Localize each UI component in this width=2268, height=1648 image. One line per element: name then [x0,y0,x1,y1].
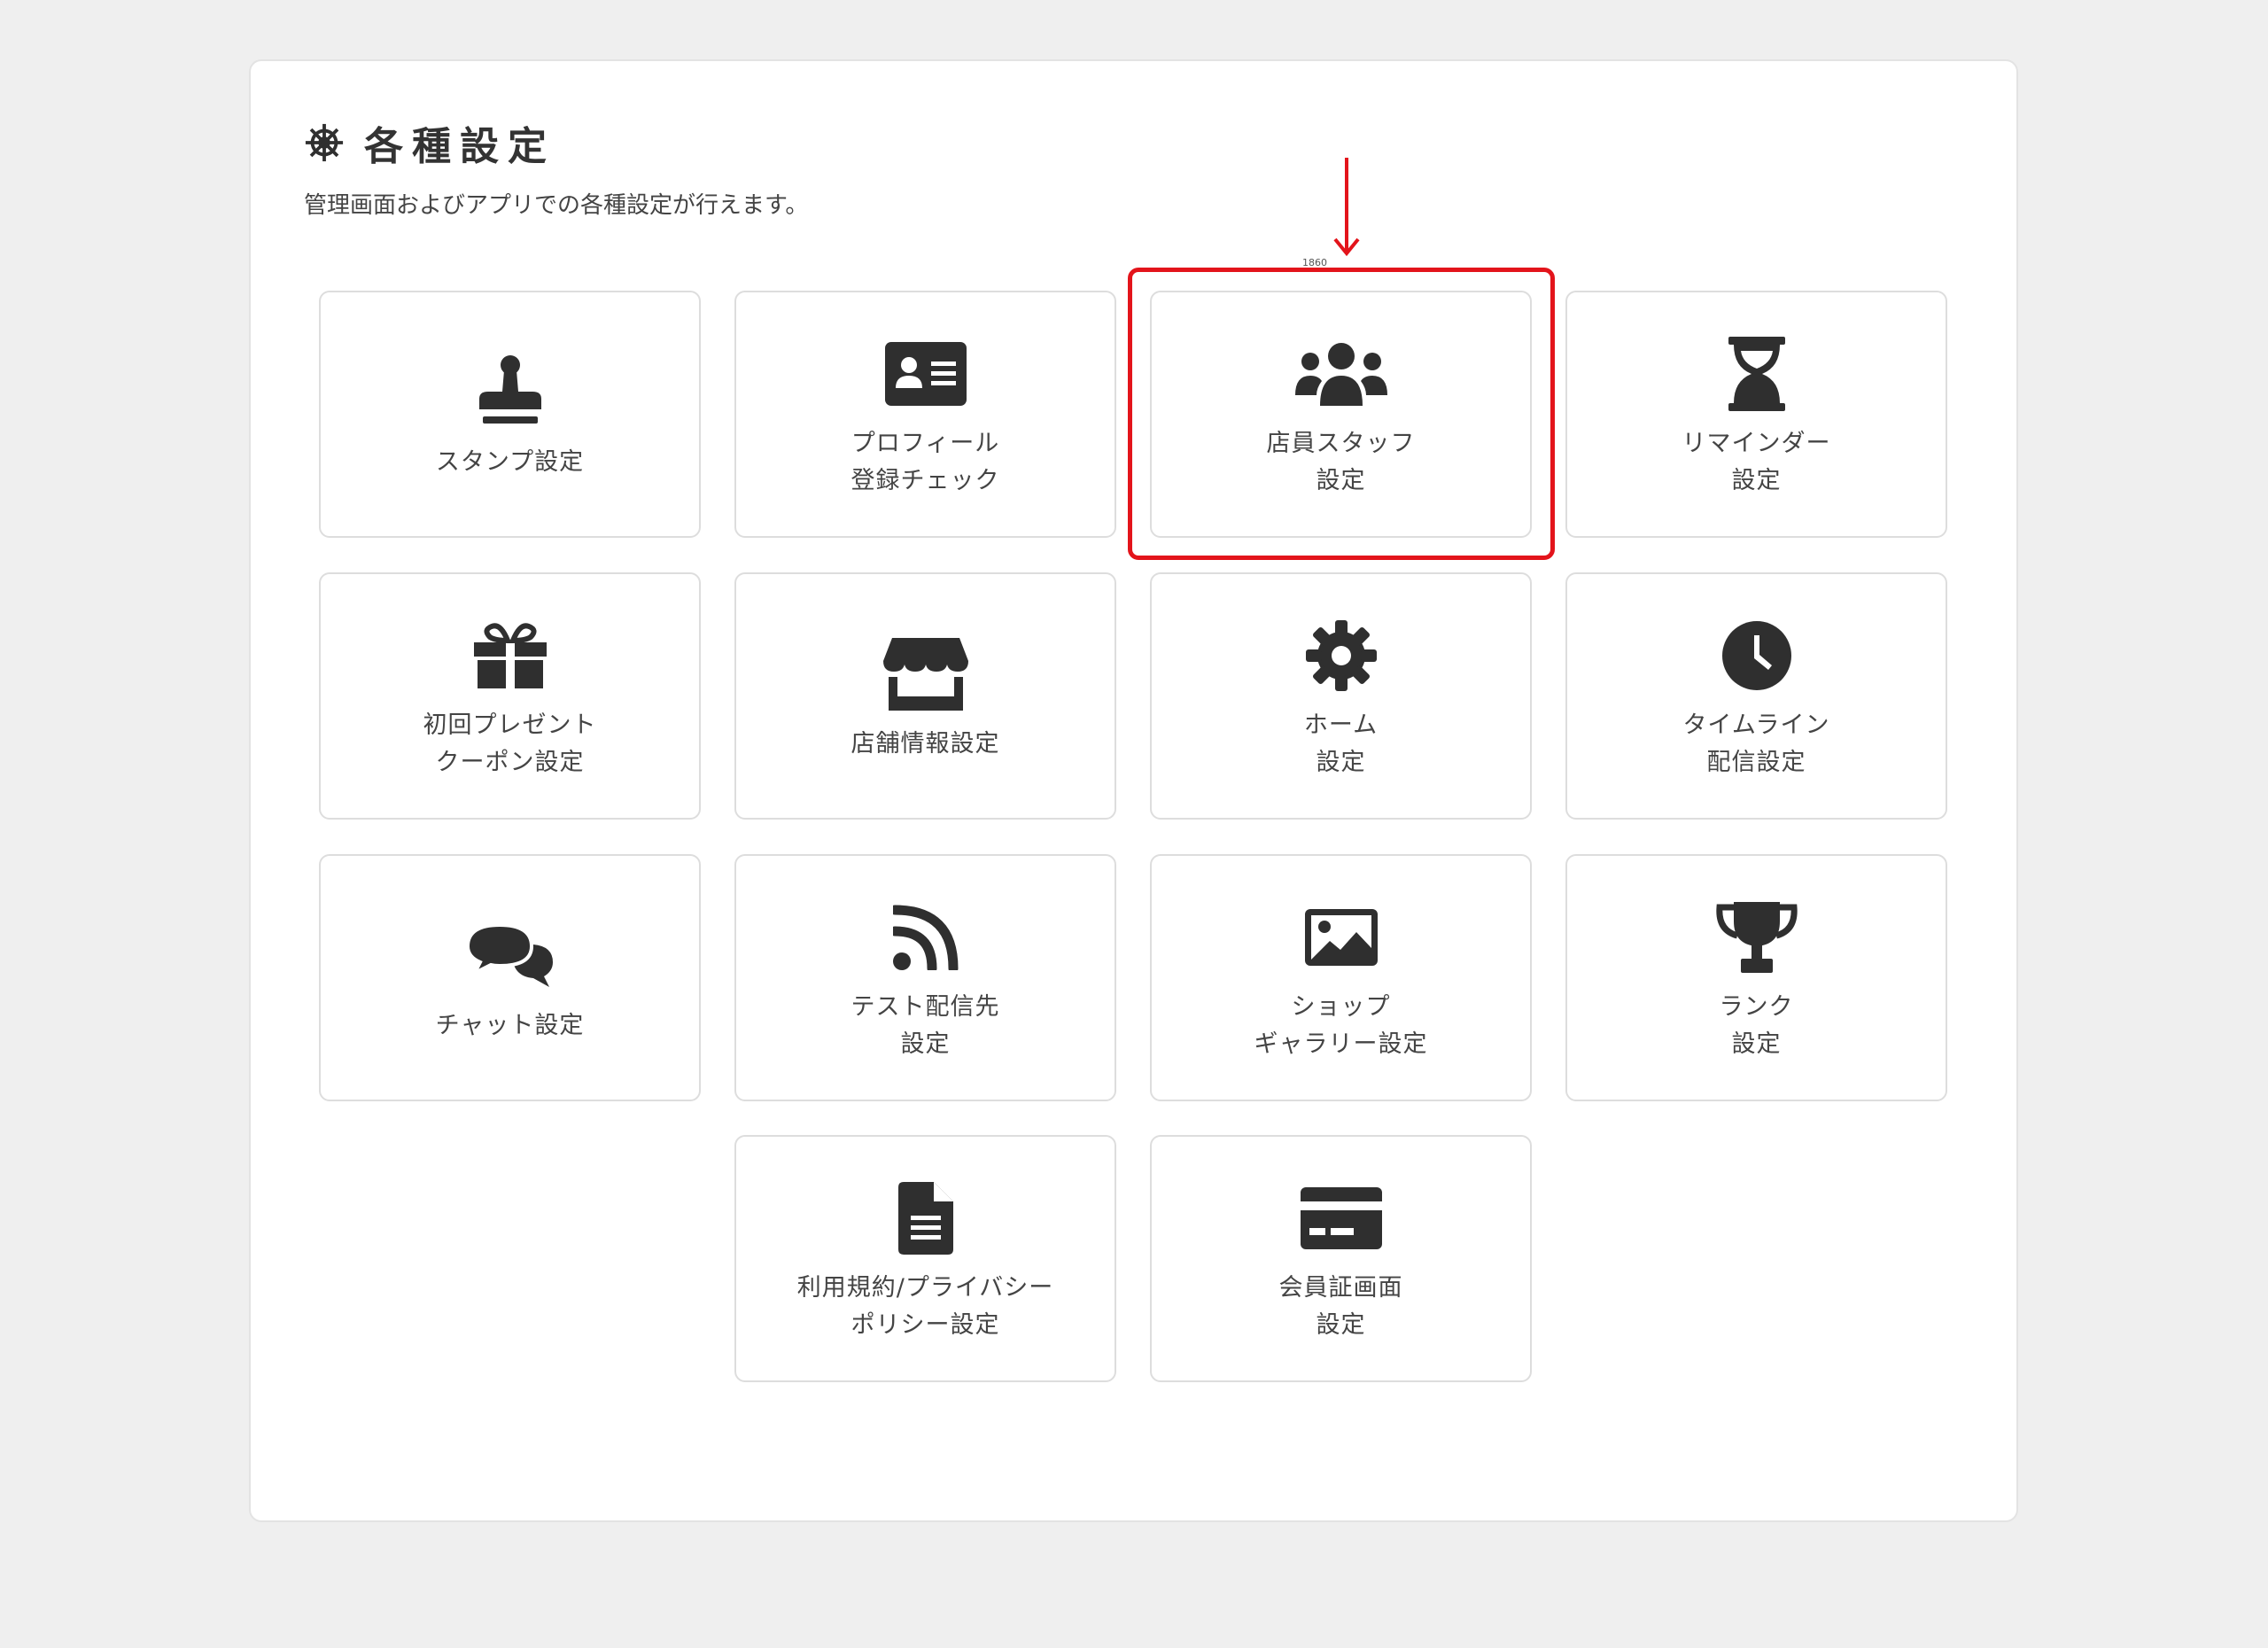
card-label-line1: 店舗情報設定 [850,729,1000,758]
card-label-line2: 設定 [1316,1310,1366,1339]
card-chat[interactable]: チャット設定 [319,854,701,1101]
annotation-label: 1860 [1302,257,1327,268]
card-test-delivery[interactable]: テスト配信先 設定 [734,854,1116,1101]
card-label-line1: 初回プレゼント [423,711,597,739]
card-timeline[interactable]: タイムライン 配信設定 [1565,572,1947,820]
card-label-line2: 設定 [1316,748,1366,776]
card-label-line1: ホーム [1303,711,1379,739]
card-label-line2: 配信設定 [1706,748,1806,776]
card-profile[interactable]: プロフィール 登録チェック [734,291,1116,538]
card-shop-gallery[interactable]: ショップ ギャラリー設定 [1150,854,1532,1101]
card-label-line1: テスト配信先 [850,992,1000,1021]
card-label-line1: ショップ [1291,992,1391,1021]
card-label-line1: スタンプ設定 [435,447,585,476]
card-stamp[interactable]: スタンプ設定 [319,291,701,538]
card-label-line2: クーポン設定 [435,748,585,776]
card-terms[interactable]: 利用規約/プライバシー ポリシー設定 [734,1135,1116,1382]
hourglass-icon [1728,330,1785,418]
card-store-info[interactable]: 店舗情報設定 [734,572,1116,820]
users-icon [1294,330,1387,418]
card-label-line1: 店員スタッフ [1266,429,1416,457]
card-label-line2: 登録チェック [850,466,1000,494]
store-icon [882,630,968,719]
card-label-line1: リマインダー [1682,429,1831,457]
helm-icon [304,122,345,163]
card-home[interactable]: ホーム 設定 [1150,572,1532,820]
card-label-line2: ポリシー設定 [850,1310,1000,1339]
card-label-line2: ギャラリー設定 [1254,1030,1428,1058]
card-label-line2: 設定 [1316,466,1366,494]
card-label-line2: 設定 [1731,1030,1782,1058]
id-card-icon [884,330,967,418]
card-staff[interactable]: 店員スタッフ 設定 [1150,291,1532,538]
page-title: 各種設定 [364,124,555,169]
card-reminder[interactable]: リマインダー 設定 [1565,291,1947,538]
card-member-card[interactable]: 会員証画面 設定 [1150,1135,1532,1382]
chat-icon [467,912,553,1000]
gear-icon [1305,611,1377,700]
title-row: 各種設定 [304,114,555,171]
trophy-icon [1715,893,1798,982]
card-label-line1: ランク [1719,992,1794,1021]
credit-card-icon [1300,1174,1382,1263]
card-label-line1: チャット設定 [435,1011,585,1039]
card-label-line1: 利用規約/プライバシー [796,1273,1054,1302]
rss-icon [892,893,959,982]
gift-icon [473,611,547,700]
card-rank[interactable]: ランク 設定 [1565,854,1947,1101]
stamp-icon [474,348,547,437]
card-first-coupon[interactable]: 初回プレゼント クーポン設定 [319,572,701,820]
image-icon [1304,893,1378,982]
card-label-line2: 設定 [1731,466,1782,494]
card-label-line1: プロフィール [850,429,1000,457]
card-label-line2: 設定 [900,1030,951,1058]
card-label-line1: タイムライン [1682,711,1830,739]
clock-icon [1721,611,1791,700]
annotation-arrow [1333,158,1360,260]
page-subtitle: 管理画面およびアプリでの各種設定が行えます。 [304,192,809,219]
document-icon [897,1174,953,1263]
card-label-line1: 会員証画面 [1278,1273,1403,1302]
